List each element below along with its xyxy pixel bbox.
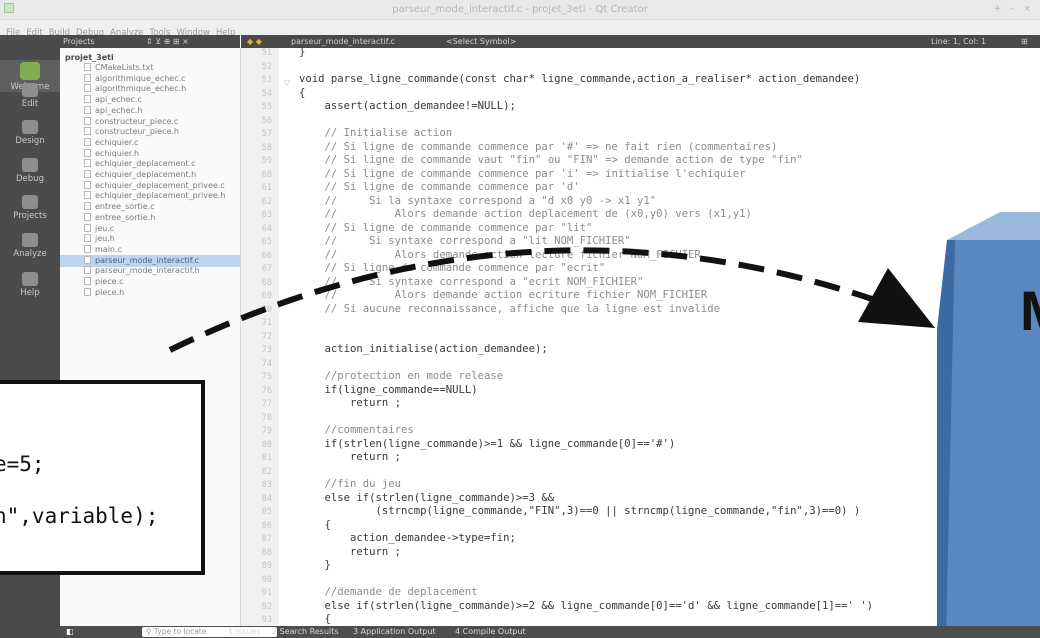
locator-placeholder: Type to locate bbox=[153, 627, 207, 636]
pane-search-results[interactable]: 2 Search Results bbox=[272, 627, 339, 636]
overlay-line-1: e=5; bbox=[0, 452, 45, 476]
pane-compile-output[interactable]: 4 Compile Output bbox=[455, 627, 526, 636]
overlay-line-2: n",variable); bbox=[0, 504, 159, 528]
pane-issues[interactable]: 1 Issues bbox=[228, 627, 261, 636]
fold-marker-icon[interactable]: ▽ bbox=[284, 78, 290, 87]
status-bar: ◧ ⚲ Type to locate 1 Issues 2 Search Res… bbox=[60, 626, 1040, 638]
arrow-path bbox=[168, 247, 876, 353]
screen: parseur_mode_interactif.c - projet_3eti … bbox=[0, 0, 1040, 638]
toggle-sidebar-icon[interactable]: ◧ bbox=[66, 627, 74, 636]
code-zoom-overlay: e=5; n",variable); bbox=[0, 380, 205, 575]
pane-application-output[interactable]: 3 Application Output bbox=[353, 627, 436, 636]
